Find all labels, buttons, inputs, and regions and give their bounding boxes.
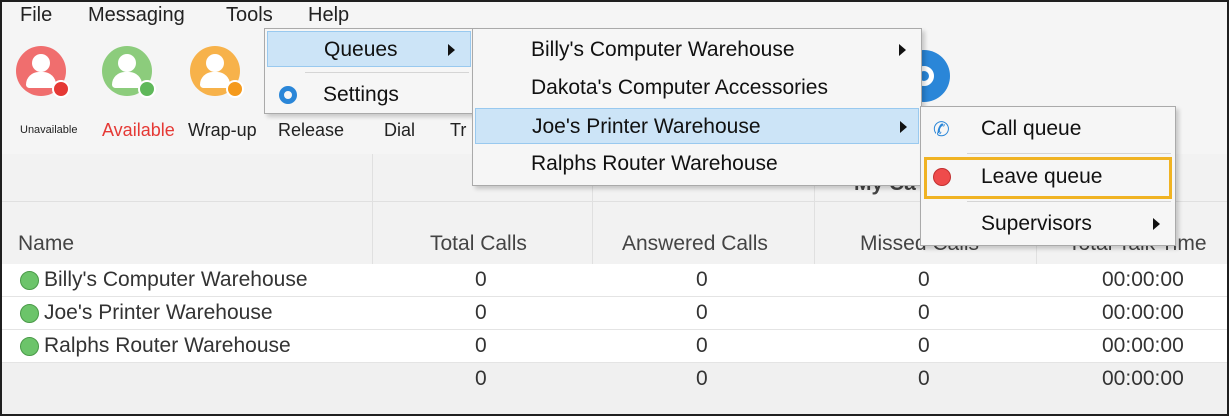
menu-tools[interactable]: Tools — [226, 4, 273, 27]
status-dot-icon — [20, 337, 39, 356]
wrapup-label: Wrap-up — [188, 120, 257, 140]
leave-queue-highlight — [924, 157, 1172, 199]
unavailable-button[interactable] — [8, 46, 74, 98]
queues-submenu: Billy's Computer Warehouse Dakota's Comp… — [472, 28, 922, 186]
submenu-arrow-icon — [448, 44, 455, 56]
queue-item-joes[interactable]: Joe's Printer Warehouse — [475, 108, 919, 144]
dial-label[interactable]: Dial — [384, 120, 415, 141]
queue-item-dakotas[interactable]: Dakota's Computer Accessories — [475, 70, 919, 106]
unavailable-user-icon — [16, 46, 70, 98]
status-dot-icon — [20, 304, 39, 323]
available-user-icon — [102, 46, 156, 98]
submenu-arrow-icon — [900, 121, 907, 133]
wrapup-button[interactable] — [182, 46, 248, 98]
menu-item-queues[interactable]: Queues — [267, 31, 471, 67]
minus-badge-icon — [52, 80, 70, 98]
menu-item-settings[interactable]: Settings — [267, 77, 471, 113]
tools-menu: Queues Settings — [264, 28, 474, 114]
app-window: File Messaging Tools Help Unavailable Av… — [0, 0, 1229, 416]
table-row[interactable]: Joe's Printer Warehouse 0 0 0 00:00:00 — [2, 297, 1227, 330]
clock-badge-icon — [226, 80, 244, 98]
available-label: Available — [102, 120, 175, 140]
queue-item-ralphs[interactable]: Ralphs Router Warehouse — [475, 146, 919, 182]
gear-icon — [279, 86, 297, 104]
status-dot-icon — [20, 271, 39, 290]
available-button[interactable] — [94, 46, 160, 98]
release-label[interactable]: Release — [278, 120, 344, 141]
call-queue-item[interactable]: ✆ Call queue — [923, 111, 1173, 147]
unavailable-label: Unavailable — [20, 124, 78, 136]
queue-item-billys[interactable]: Billy's Computer Warehouse — [475, 32, 919, 68]
phone-icon: ✆ — [933, 119, 950, 141]
transfer-label[interactable]: Tr — [450, 120, 466, 141]
col-answered-calls[interactable]: Answered Calls — [622, 232, 768, 256]
check-badge-icon — [138, 80, 156, 98]
menu-bar: File Messaging Tools Help — [2, 2, 1227, 28]
submenu-arrow-icon — [1153, 218, 1160, 230]
wrapup-user-icon — [190, 46, 244, 98]
totals-row: 0 0 0 00:00:00 — [2, 363, 1227, 414]
col-total-calls[interactable]: Total Calls — [430, 232, 527, 256]
table-row[interactable]: Ralphs Router Warehouse 0 0 0 00:00:00 — [2, 330, 1227, 363]
col-name[interactable]: Name — [18, 232, 74, 256]
menu-file[interactable]: File — [20, 4, 52, 27]
menu-messaging[interactable]: Messaging — [88, 4, 185, 27]
table-row[interactable]: Billy's Computer Warehouse 0 0 0 00:00:0… — [2, 264, 1227, 297]
submenu-arrow-icon — [899, 44, 906, 56]
supervisors-item[interactable]: Supervisors — [923, 206, 1173, 242]
menu-help[interactable]: Help — [308, 4, 349, 27]
